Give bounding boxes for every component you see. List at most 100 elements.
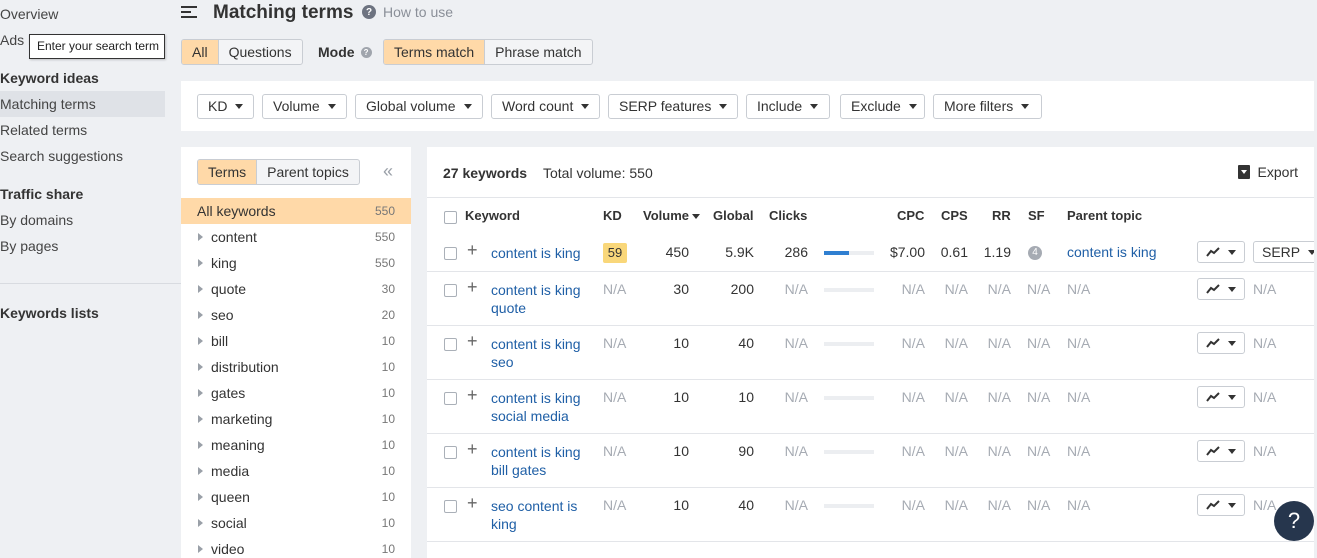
filter-volume[interactable]: Volume bbox=[262, 94, 347, 119]
trend-dropdown[interactable] bbox=[1197, 494, 1245, 516]
column-rr[interactable]: RR bbox=[992, 208, 1011, 223]
how-to-use-link[interactable]: ? How to use bbox=[362, 4, 453, 20]
chevron-right-icon[interactable] bbox=[198, 441, 203, 449]
row-checkbox[interactable] bbox=[444, 500, 457, 513]
row-checkbox[interactable] bbox=[444, 247, 457, 260]
filter-word-count[interactable]: Word count bbox=[491, 94, 600, 119]
chevron-right-icon[interactable] bbox=[198, 259, 203, 267]
term-row[interactable]: quote 30 bbox=[181, 276, 411, 302]
column-clicks[interactable]: Clicks bbox=[769, 208, 807, 223]
serp-dropdown[interactable]: SERP bbox=[1253, 241, 1314, 263]
filter-exclude[interactable]: Exclude bbox=[840, 94, 925, 119]
tab-terms[interactable]: Terms bbox=[198, 160, 258, 184]
sidebar-item-keywords-lists[interactable]: Keywords lists bbox=[0, 305, 99, 321]
term-row[interactable]: queen 10 bbox=[181, 484, 411, 510]
term-row[interactable]: seo 20 bbox=[181, 302, 411, 328]
keyword-link[interactable]: content is king social media bbox=[491, 389, 591, 425]
sf-badge[interactable]: 4 bbox=[1028, 246, 1042, 260]
serp-value: N/A bbox=[1253, 389, 1277, 405]
term-row[interactable]: social 10 bbox=[181, 510, 411, 536]
trend-dropdown[interactable] bbox=[1197, 386, 1245, 408]
trend-dropdown[interactable] bbox=[1197, 241, 1245, 263]
column-global[interactable]: Global bbox=[713, 208, 753, 223]
chevron-right-icon[interactable] bbox=[198, 493, 203, 501]
add-to-list-icon[interactable]: + bbox=[467, 439, 478, 460]
keyword-link[interactable]: content is king seo bbox=[491, 335, 591, 371]
row-checkbox[interactable] bbox=[444, 392, 457, 405]
term-row[interactable]: distribution 10 bbox=[181, 354, 411, 380]
cps-value: 0.61 bbox=[940, 244, 968, 260]
sf-value: N/A bbox=[1027, 281, 1051, 297]
term-row[interactable]: video 10 bbox=[181, 536, 411, 558]
trend-dropdown[interactable] bbox=[1197, 278, 1245, 300]
add-to-list-icon[interactable]: + bbox=[467, 277, 478, 298]
cps-value: N/A bbox=[944, 497, 968, 513]
chevron-right-icon[interactable] bbox=[198, 545, 203, 553]
term-row-all-keywords[interactable]: All keywords 550 bbox=[181, 198, 411, 224]
chevron-right-icon[interactable] bbox=[198, 233, 203, 241]
chevron-right-icon[interactable] bbox=[198, 285, 203, 293]
keyword-link[interactable]: content is king quote bbox=[491, 281, 591, 317]
trend-dropdown[interactable] bbox=[1197, 332, 1245, 354]
sidebar-item-related-terms[interactable]: Related terms bbox=[0, 122, 87, 138]
select-all-checkbox[interactable] bbox=[444, 211, 457, 224]
column-sf[interactable]: SF bbox=[1028, 208, 1045, 223]
trend-dropdown[interactable] bbox=[1197, 440, 1245, 462]
term-row[interactable]: content 550 bbox=[181, 224, 411, 250]
row-checkbox[interactable] bbox=[444, 338, 457, 351]
term-row[interactable]: bill 10 bbox=[181, 328, 411, 354]
export-button[interactable]: Export bbox=[1237, 164, 1298, 180]
tab-parent-topics[interactable]: Parent topics bbox=[257, 160, 359, 184]
chevron-right-icon[interactable] bbox=[198, 389, 203, 397]
term-label: king bbox=[211, 255, 237, 271]
row-checkbox[interactable] bbox=[444, 284, 457, 297]
help-button[interactable]: ? bbox=[1274, 501, 1314, 541]
rr-value: 1.19 bbox=[983, 244, 1011, 260]
add-to-list-icon[interactable]: + bbox=[467, 240, 478, 261]
filter-more-filters[interactable]: More filters bbox=[933, 94, 1042, 119]
filter-include[interactable]: Include bbox=[746, 94, 830, 119]
term-row[interactable]: media 10 bbox=[181, 458, 411, 484]
column-cpc[interactable]: CPC bbox=[897, 208, 924, 223]
menu-icon[interactable] bbox=[181, 6, 197, 19]
chevron-right-icon[interactable] bbox=[198, 467, 203, 475]
add-to-list-icon[interactable]: + bbox=[467, 331, 478, 352]
scope-all-button[interactable]: All bbox=[182, 40, 219, 64]
collapse-icon[interactable]: « bbox=[383, 161, 393, 182]
phrase-match-button[interactable]: Phrase match bbox=[485, 40, 591, 64]
filter-serp-features[interactable]: SERP features bbox=[608, 94, 738, 119]
term-row[interactable]: gates 10 bbox=[181, 380, 411, 406]
sidebar-item-overview[interactable]: Overview bbox=[0, 6, 58, 22]
terms-match-button[interactable]: Terms match bbox=[384, 40, 486, 64]
filter-global-volume[interactable]: Global volume bbox=[355, 94, 483, 119]
parent-topic-link[interactable]: content is king bbox=[1067, 244, 1157, 260]
keyword-link[interactable]: content is king bill gates bbox=[491, 443, 591, 479]
sidebar-item-search-suggestions[interactable]: Search suggestions bbox=[0, 148, 123, 164]
chevron-right-icon[interactable] bbox=[198, 415, 203, 423]
sidebar-item-by-pages[interactable]: By pages bbox=[0, 238, 58, 254]
column-kd[interactable]: KD bbox=[603, 208, 622, 223]
scope-questions-button[interactable]: Questions bbox=[219, 40, 302, 64]
keyword-link[interactable]: seo content is king bbox=[491, 497, 591, 533]
row-checkbox[interactable] bbox=[444, 446, 457, 459]
chevron-right-icon[interactable] bbox=[198, 311, 203, 319]
clicks-value: N/A bbox=[784, 497, 808, 513]
chevron-right-icon[interactable] bbox=[198, 519, 203, 527]
chevron-right-icon[interactable] bbox=[198, 363, 203, 371]
term-row[interactable]: meaning 10 bbox=[181, 432, 411, 458]
column-cps[interactable]: CPS bbox=[941, 208, 968, 223]
keyword-link[interactable]: content is king bbox=[491, 244, 591, 262]
chevron-right-icon[interactable] bbox=[198, 337, 203, 345]
filter-kd[interactable]: KD bbox=[197, 94, 254, 119]
sidebar-item-matching-terms[interactable]: Matching terms bbox=[0, 96, 96, 112]
column-parent-topic[interactable]: Parent topic bbox=[1067, 208, 1142, 223]
sidebar-item-by-domains[interactable]: By domains bbox=[0, 212, 73, 228]
mode-help-icon[interactable]: ? bbox=[360, 46, 372, 58]
chevron-down-icon bbox=[1228, 503, 1236, 508]
column-volume[interactable]: Volume bbox=[643, 208, 700, 223]
column-keyword[interactable]: Keyword bbox=[465, 208, 520, 223]
add-to-list-icon[interactable]: + bbox=[467, 385, 478, 406]
term-row[interactable]: king 550 bbox=[181, 250, 411, 276]
add-to-list-icon[interactable]: + bbox=[467, 493, 478, 514]
term-row[interactable]: marketing 10 bbox=[181, 406, 411, 432]
